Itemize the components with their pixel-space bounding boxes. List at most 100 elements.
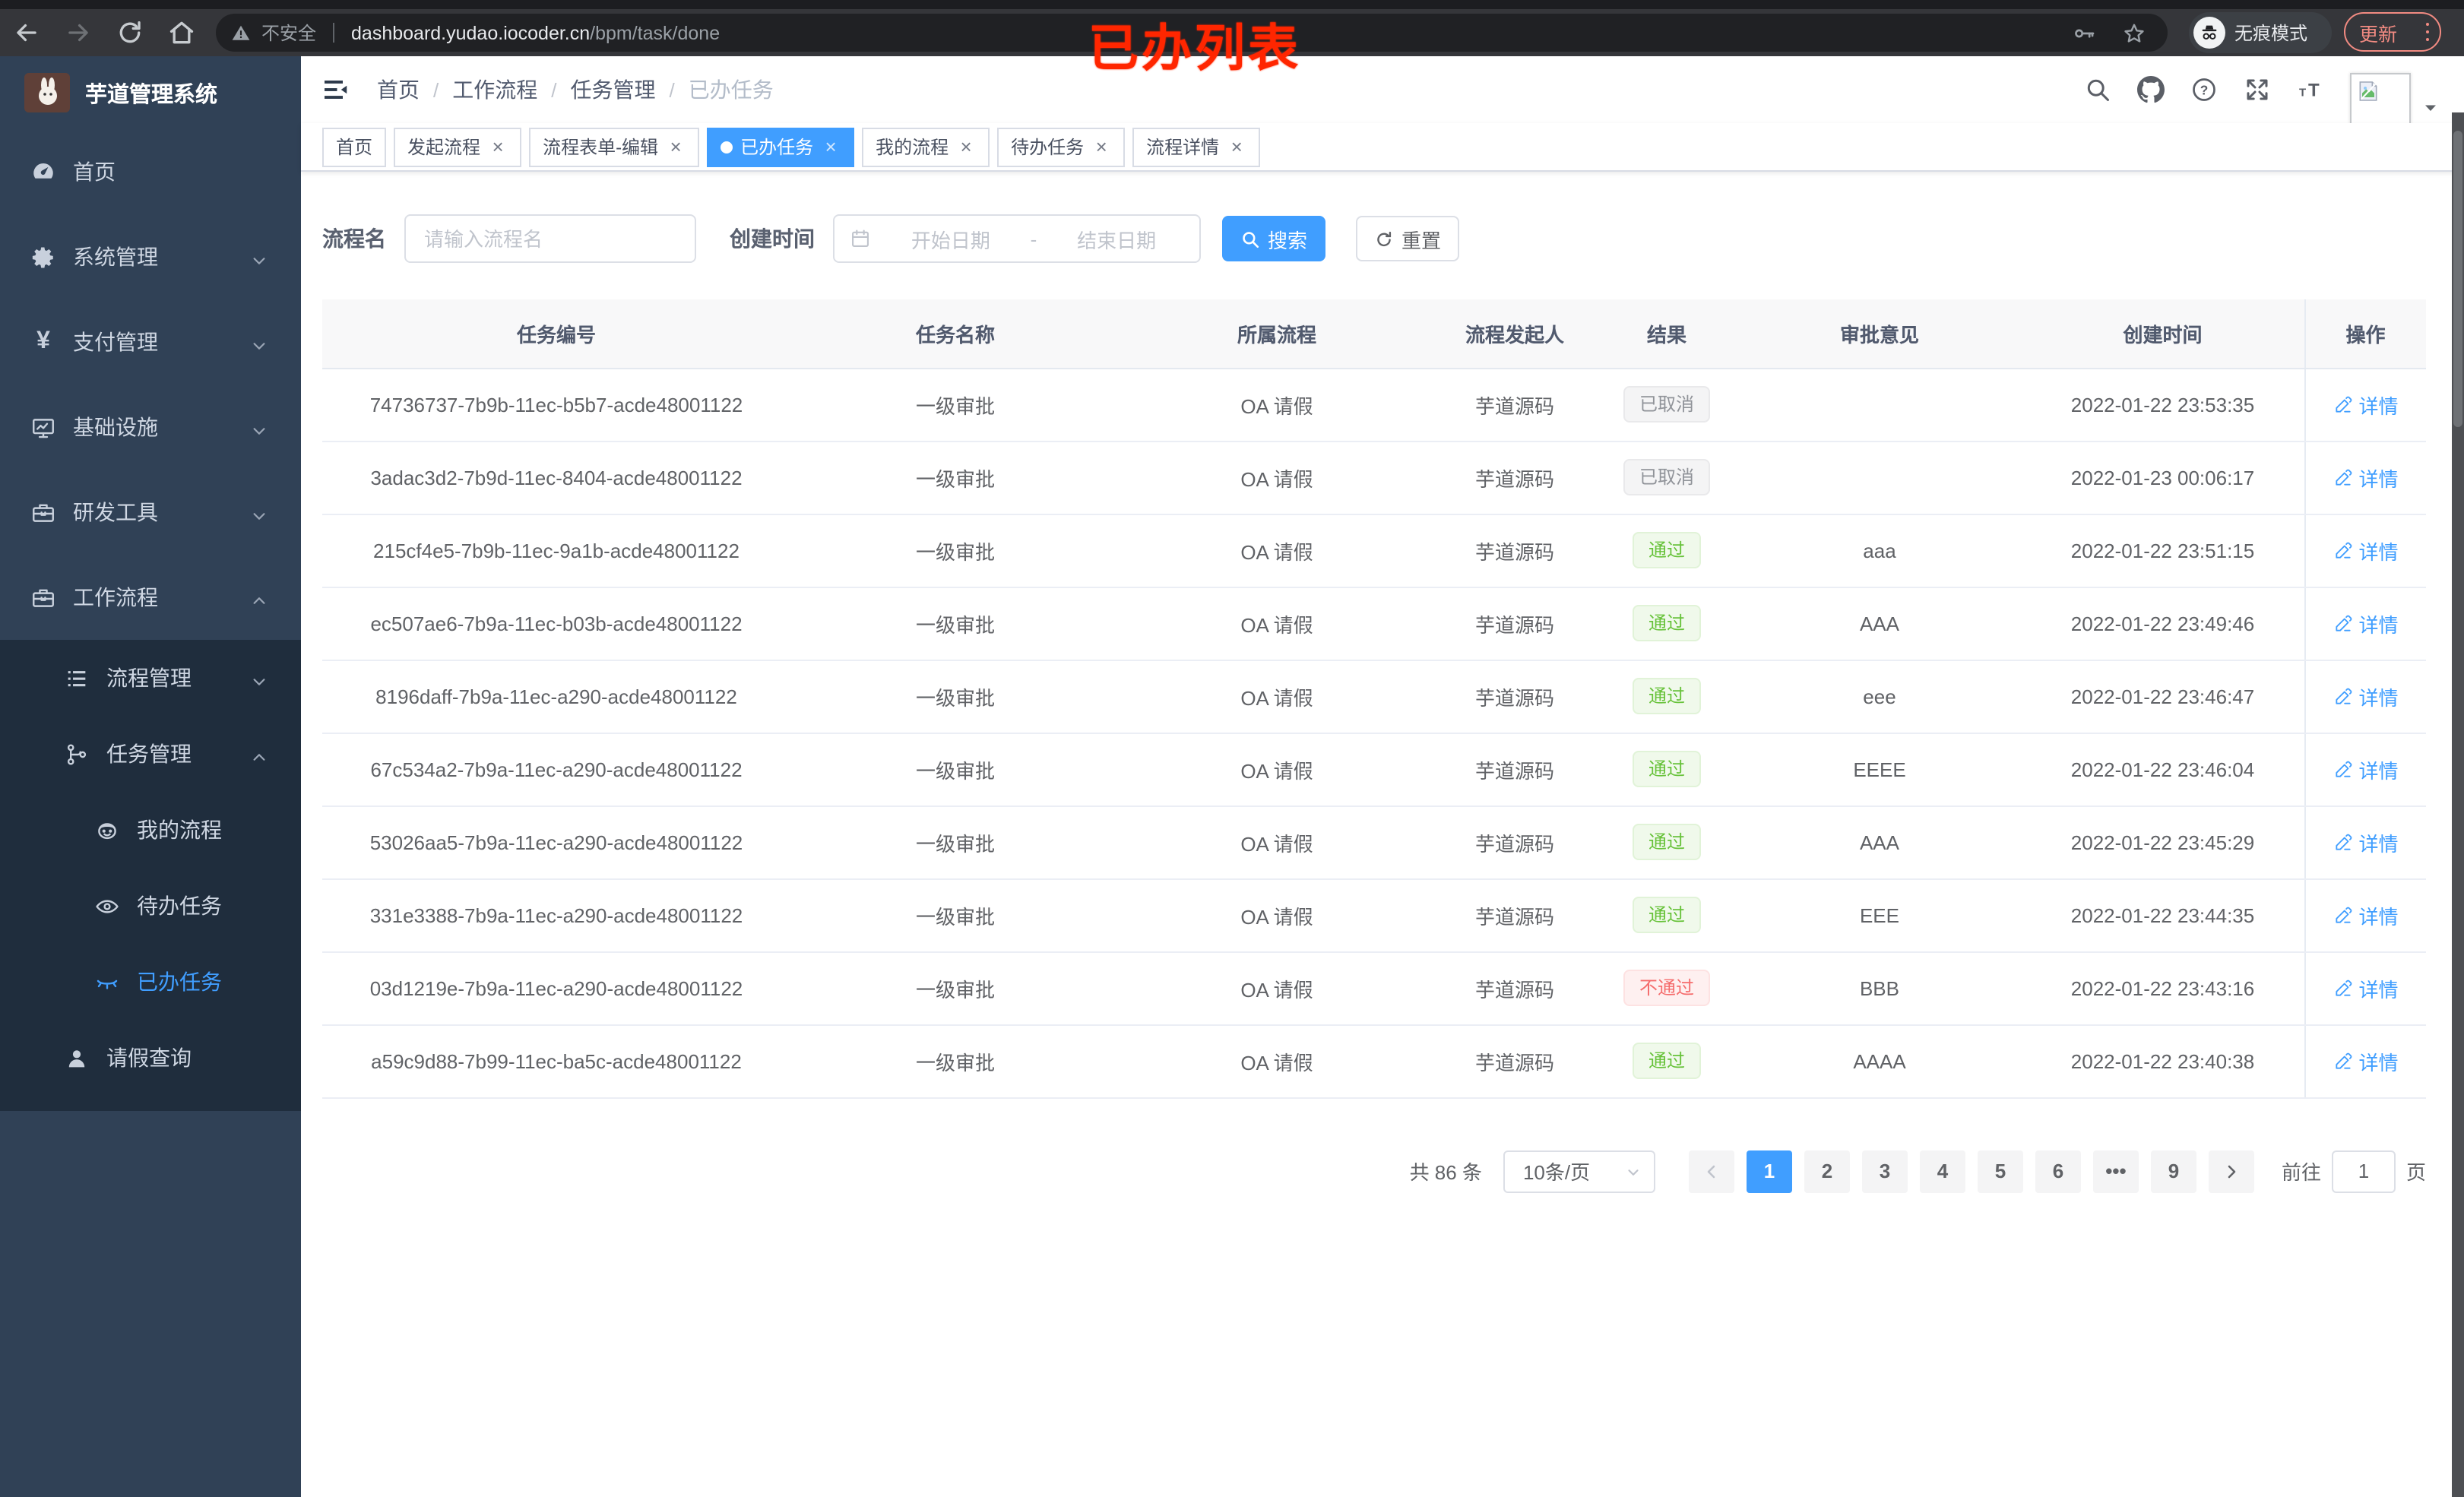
edit-pen-icon <box>2333 686 2352 706</box>
search-button[interactable]: 搜索 <box>1222 216 1326 261</box>
edit-pen-icon <box>2333 832 2352 852</box>
edit-pen-icon <box>2333 467 2352 487</box>
breadcrumb-task-mgmt[interactable]: 任务管理 <box>571 74 656 105</box>
goto-page-input[interactable] <box>2331 1150 2396 1192</box>
page-size-select[interactable]: 10条/页 <box>1503 1150 1655 1192</box>
search-button-icon <box>1240 229 1260 248</box>
list-icon <box>64 665 90 691</box>
page-button-5[interactable]: 5 <box>1977 1150 2023 1192</box>
process-name-input[interactable] <box>404 214 696 263</box>
tab-close-icon[interactable]: × <box>666 137 686 157</box>
sidebar-item-8[interactable]: 我的流程 <box>0 792 301 868</box>
page-button-3[interactable]: 3 <box>1861 1150 1908 1192</box>
page-button-6[interactable]: 6 <box>2035 1150 2081 1192</box>
detail-link[interactable]: 详情 <box>2333 536 2399 565</box>
breadcrumb-home[interactable]: 首页 <box>377 74 420 105</box>
cell-create-time: 2022-01-22 23:40:38 <box>2022 1024 2304 1098</box>
column-header-6: 创建时间 <box>2022 299 2304 369</box>
browser-update-button[interactable]: 更新 <box>2344 12 2441 52</box>
cell-starter: 芋道源码 <box>1433 1024 1596 1098</box>
sidebar-item-2[interactable]: ¥ 支付管理 <box>0 299 301 385</box>
tab-close-icon[interactable]: × <box>1227 137 1246 157</box>
window-scrollbar[interactable] <box>2452 112 2464 1497</box>
pager-numbers: 1 2 3 4 5 6 ••• 9 <box>1740 1150 2203 1192</box>
detail-link[interactable]: 详情 <box>2333 1046 2399 1075</box>
cell-create-time: 2022-01-22 23:45:29 <box>2022 805 2304 879</box>
password-key-icon[interactable] <box>2072 21 2096 45</box>
chevron-down-icon <box>251 334 268 350</box>
sidebar-item-11[interactable]: 请假查询 <box>0 1020 301 1096</box>
tab-4[interactable]: 我的流程 × <box>862 127 990 166</box>
scrollbar-thumb[interactable] <box>2453 131 2462 427</box>
sidebar-item-1[interactable]: 系统管理 <box>0 214 301 299</box>
home-icon[interactable] <box>167 18 196 47</box>
cell-result: 通过 <box>1596 587 1737 660</box>
back-icon[interactable] <box>12 18 41 47</box>
security-label[interactable]: 不安全 <box>261 20 316 46</box>
pager-ellipsis[interactable]: ••• <box>2092 1150 2139 1192</box>
detail-link[interactable]: 详情 <box>2333 755 2399 783</box>
sidebar-item-6[interactable]: 流程管理 <box>0 640 301 716</box>
header-actions: ? TT <box>2084 46 2440 134</box>
page-button-4[interactable]: 4 <box>1919 1150 1965 1192</box>
column-header-7: 操作 <box>2304 299 2426 369</box>
filter-row: 流程名 创建时间 开始日期 - 结束日期 搜索 <box>322 214 2443 263</box>
breadcrumb-current: 已办任务 <box>688 78 774 102</box>
tab-close-icon[interactable]: × <box>488 137 508 157</box>
active-tab-dot <box>721 141 733 153</box>
sidebar-item-3[interactable]: 基础设施 <box>0 385 301 470</box>
sidebar-item-9[interactable]: 待办任务 <box>0 868 301 944</box>
sidebar-fold-icon[interactable] <box>322 76 350 103</box>
detail-link[interactable]: 详情 <box>2333 609 2399 638</box>
table-row-3: ec507ae6-7b9a-11ec-b03b-acde48001122 一级审… <box>322 587 2426 660</box>
result-tag: 通过 <box>1633 678 1700 714</box>
detail-link[interactable]: 详情 <box>2333 463 2399 492</box>
tab-3[interactable]: 已办任务 × <box>707 127 855 166</box>
page-button-1[interactable]: 1 <box>1746 1150 1792 1192</box>
reset-button[interactable]: 重置 <box>1356 216 1460 261</box>
tab-close-icon[interactable]: × <box>1091 137 1111 157</box>
prev-page-button[interactable] <box>1688 1150 1734 1192</box>
detail-link[interactable]: 详情 <box>2333 828 2399 856</box>
breadcrumb-workflow[interactable]: 工作流程 <box>452 74 537 105</box>
sidebar-item-4[interactable]: 研发工具 <box>0 470 301 555</box>
browser-menu-icon[interactable] <box>2425 22 2429 42</box>
security-warning-icon[interactable] <box>231 23 251 43</box>
tab-5[interactable]: 待办任务 × <box>997 127 1126 166</box>
tab-0[interactable]: 首页 <box>322 127 387 166</box>
page-button-2[interactable]: 2 <box>1804 1150 1850 1192</box>
tab-close-icon[interactable]: × <box>956 137 976 157</box>
table-row-0: 74736737-7b9b-11ec-b5b7-acde48001122 一级审… <box>322 368 2426 442</box>
bookmark-star-icon[interactable] <box>2122 21 2146 45</box>
date-range-input[interactable]: 开始日期 - 结束日期 <box>833 214 1201 263</box>
monitor-icon <box>30 414 56 440</box>
detail-link[interactable]: 详情 <box>2333 900 2399 929</box>
reload-icon[interactable] <box>116 18 144 47</box>
search-icon[interactable] <box>2084 76 2111 103</box>
fullscreen-icon[interactable] <box>2244 76 2271 103</box>
page-button-9[interactable]: 9 <box>2150 1150 2196 1192</box>
cell-task-name: 一级审批 <box>790 368 1120 442</box>
sidebar-item-5[interactable]: 工作流程 <box>0 555 301 640</box>
tab-1[interactable]: 发起流程 × <box>394 127 522 166</box>
next-page-button[interactable] <box>2208 1150 2254 1192</box>
detail-link[interactable]: 详情 <box>2333 973 2399 1002</box>
detail-link[interactable]: 详情 <box>2333 390 2399 419</box>
detail-link[interactable]: 详情 <box>2333 682 2399 711</box>
avatar-caret-icon[interactable] <box>2421 97 2440 116</box>
sidebar-item-0[interactable]: 首页 <box>0 129 301 214</box>
sidebar-item-7[interactable]: 任务管理 <box>0 716 301 792</box>
url-text[interactable]: dashboard.yudao.iocoder.cn/bpm/task/done <box>351 22 720 43</box>
tab-6[interactable]: 流程详情 × <box>1132 127 1261 166</box>
font-size-icon[interactable]: TT <box>2297 76 2324 103</box>
tab-2[interactable]: 流程表单-编辑 × <box>529 127 700 166</box>
help-icon[interactable]: ? <box>2190 76 2218 103</box>
github-icon[interactable] <box>2137 76 2165 103</box>
cell-process: OA 请假 <box>1120 587 1433 660</box>
tab-close-icon[interactable]: × <box>821 137 841 157</box>
forward-icon[interactable] <box>64 18 93 47</box>
sidebar-item-10[interactable]: 已办任务 <box>0 944 301 1020</box>
app-root: 不安全 dashboard.yudao.iocoder.cn/bpm/task/… <box>0 0 2464 1497</box>
sidebar: 芋道管理系统 首页 系统管理 ¥ 支付管理 基础设施 研发工具 工作流程 流程管理 任务管理我… <box>0 56 301 1497</box>
cell-result: 不通过 <box>1596 951 1737 1025</box>
